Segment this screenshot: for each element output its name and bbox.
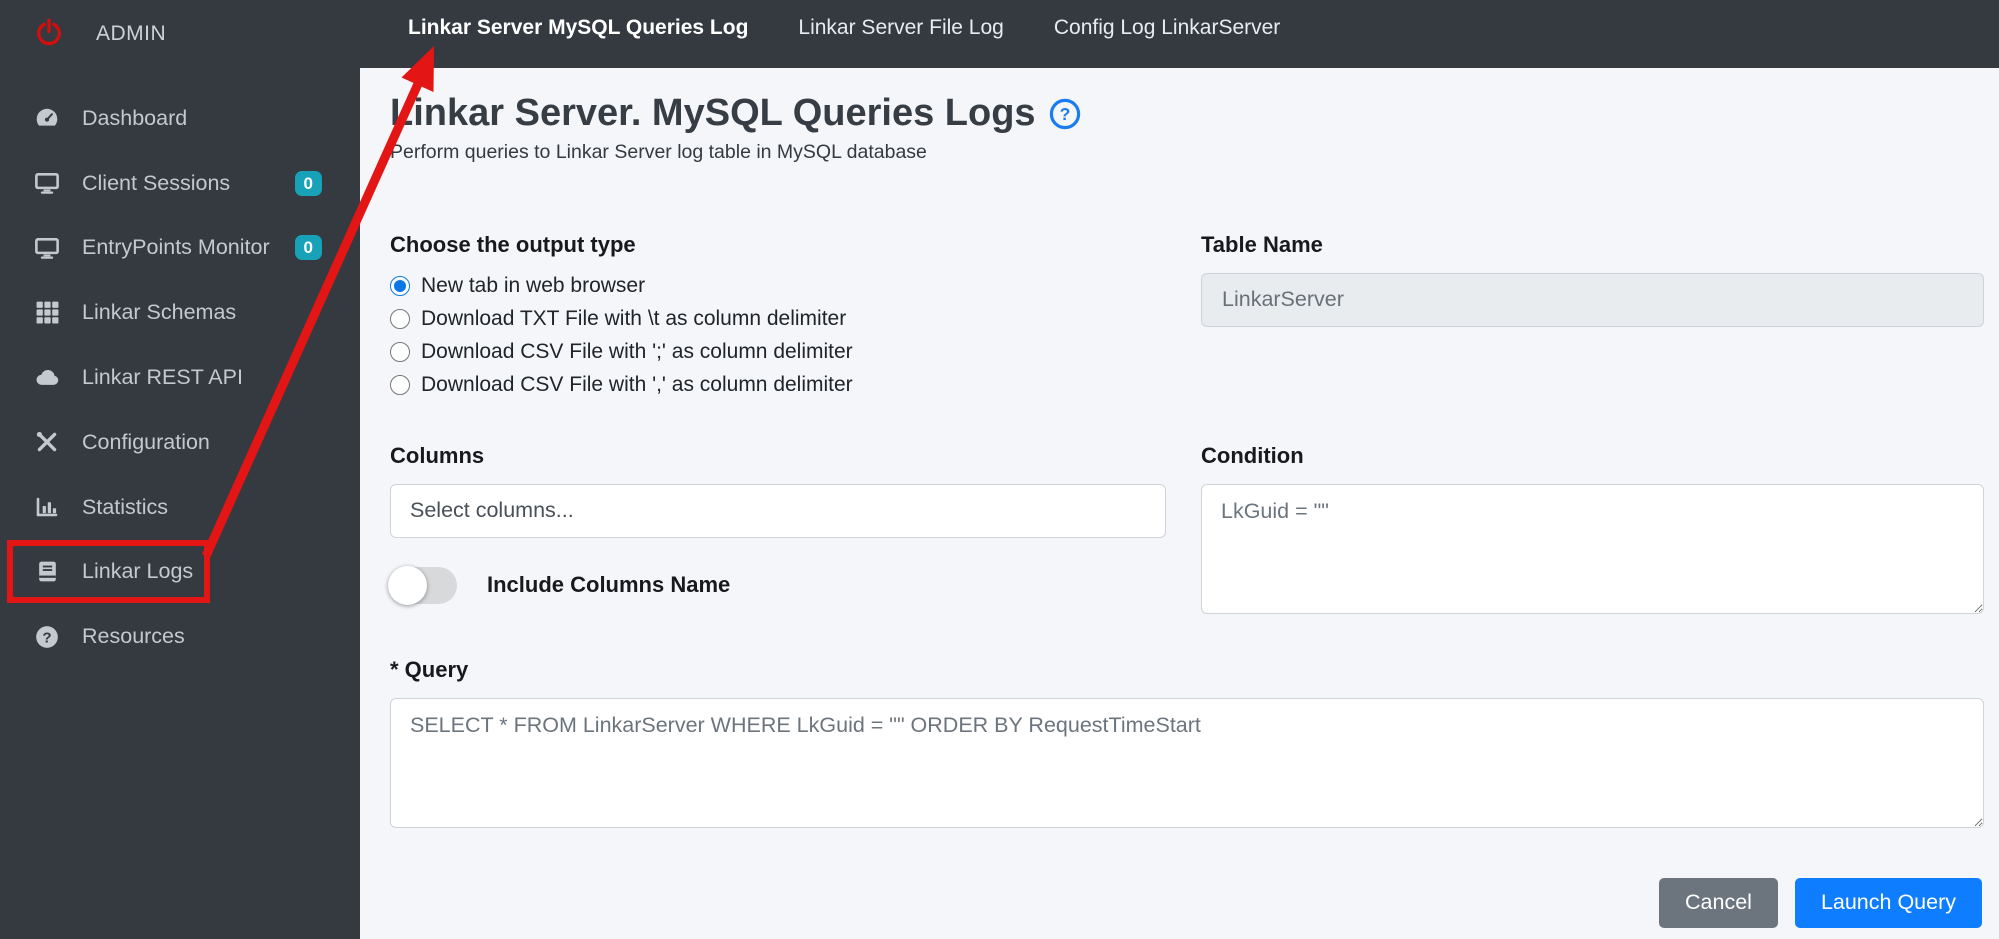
main-content: Linkar Server. MySQL Queries Logs ? Perf… [360,68,1999,939]
cloud-icon [32,364,62,391]
entrypoints-badge: 0 [295,235,322,260]
bar-chart-icon [32,494,62,520]
sidebar-item-label: Dashboard [82,106,187,131]
sidebar-item-label: Statistics [82,495,168,520]
cancel-button[interactable]: Cancel [1659,878,1778,928]
radio-option-txt[interactable]: Download TXT File with \t as column deli… [390,306,1166,332]
svg-text:?: ? [42,629,51,646]
query-textarea[interactable]: SELECT * FROM LinkarServer WHERE LkGuid … [390,698,1984,828]
top-navbar: Linkar Server MySQL Queries Log Linkar S… [360,0,1999,68]
sidebar-item-client-sessions[interactable]: Client Sessions 0 [0,151,360,216]
radio-label: Download CSV File with ',' as column del… [421,373,853,397]
condition-label: Condition [1201,443,1984,469]
page-title-text: Linkar Server. MySQL Queries Logs [390,92,1036,136]
brand-title: ADMIN [96,22,166,46]
sidebar-item-label: Resources [82,624,185,649]
sidebar-item-dashboard[interactable]: Dashboard [0,86,360,151]
query-group: * Query SELECT * FROM LinkarServer WHERE… [390,657,1984,928]
include-columns-row: Include Columns Name [390,566,1166,605]
sidebar-item-linkar-schemas[interactable]: Linkar Schemas [0,280,360,345]
table-name-label: Table Name [1201,232,1984,258]
log-book-icon [32,559,62,584]
query-form: Choose the output type New tab in web br… [390,232,1984,928]
table-name-group: Table Name [1201,232,1984,405]
dashboard-icon [32,105,62,131]
sidebar-item-resources[interactable]: ? Resources [0,604,360,669]
question-circle-icon: ? [32,624,62,650]
sidebar-item-label: Linkar Logs [82,559,193,584]
condition-group: Condition LkGuid = "" [1201,443,1984,619]
sidebar-nav: Dashboard Client Sessions 0 EntryPoints … [0,68,360,669]
monitor-icon [32,170,62,196]
radio-csv-semicolon[interactable] [390,342,410,362]
launch-query-button[interactable]: Launch Query [1795,878,1982,928]
sidebar-item-label: Client Sessions [82,171,230,196]
monitor-icon [32,235,62,261]
include-columns-label: Include Columns Name [487,572,730,598]
query-label: * Query [390,657,1984,683]
radio-option-csv-comma[interactable]: Download CSV File with ',' as column del… [390,372,1166,398]
radio-label: New tab in web browser [421,274,645,298]
page-title: Linkar Server. MySQL Queries Logs ? [390,92,1984,136]
toggle-knob [388,566,427,605]
radio-label: Download CSV File with ';' as column del… [421,340,853,364]
sidebar: ADMIN Dashboard Client Sessions 0 EntryP… [0,0,360,939]
tools-icon [32,429,62,455]
sidebar-item-label: Linkar Schemas [82,300,236,325]
sidebar-item-linkar-logs[interactable]: Linkar Logs [0,540,360,605]
columns-group: Columns Select columns... Include Column… [390,443,1166,619]
tab-config-log[interactable]: Config Log LinkarServer [1054,16,1280,52]
power-icon[interactable] [34,17,64,52]
radio-option-csv-semicolon[interactable]: Download CSV File with ';' as column del… [390,339,1166,365]
sidebar-item-statistics[interactable]: Statistics [0,475,360,540]
svg-text:?: ? [1059,104,1070,124]
radio-csv-comma[interactable] [390,375,410,395]
radio-option-newtab[interactable]: New tab in web browser [390,273,1166,299]
include-columns-toggle[interactable] [390,567,457,604]
sidebar-item-entrypoints-monitor[interactable]: EntryPoints Monitor 0 [0,216,360,281]
condition-textarea[interactable]: LkGuid = "" [1201,484,1984,614]
sidebar-item-label: Configuration [82,430,210,455]
sidebar-item-label: Linkar REST API [82,365,243,390]
page-subtitle: Perform queries to Linkar Server log tab… [390,141,1984,164]
radio-newtab[interactable] [390,276,410,296]
table-name-input [1201,273,1984,327]
tab-file-log[interactable]: Linkar Server File Log [798,16,1003,52]
sidebar-item-configuration[interactable]: Configuration [0,410,360,475]
sidebar-item-linkar-rest-api[interactable]: Linkar REST API [0,345,360,410]
form-actions: Cancel Launch Query [390,878,1984,928]
client-sessions-badge: 0 [295,171,322,196]
radio-label: Download TXT File with \t as column deli… [421,307,846,331]
grid-icon [32,300,62,325]
radio-txt[interactable] [390,309,410,329]
brand-header: ADMIN [0,0,360,68]
tab-mysql-queries-log[interactable]: Linkar Server MySQL Queries Log [408,16,748,52]
columns-label: Columns [390,443,1166,469]
output-type-group: Choose the output type New tab in web br… [390,232,1166,405]
columns-select-placeholder: Select columns... [410,498,574,523]
sidebar-item-label: EntryPoints Monitor [82,235,270,260]
help-icon[interactable]: ? [1048,97,1082,131]
columns-select[interactable]: Select columns... [390,484,1166,538]
output-type-label: Choose the output type [390,232,1166,258]
